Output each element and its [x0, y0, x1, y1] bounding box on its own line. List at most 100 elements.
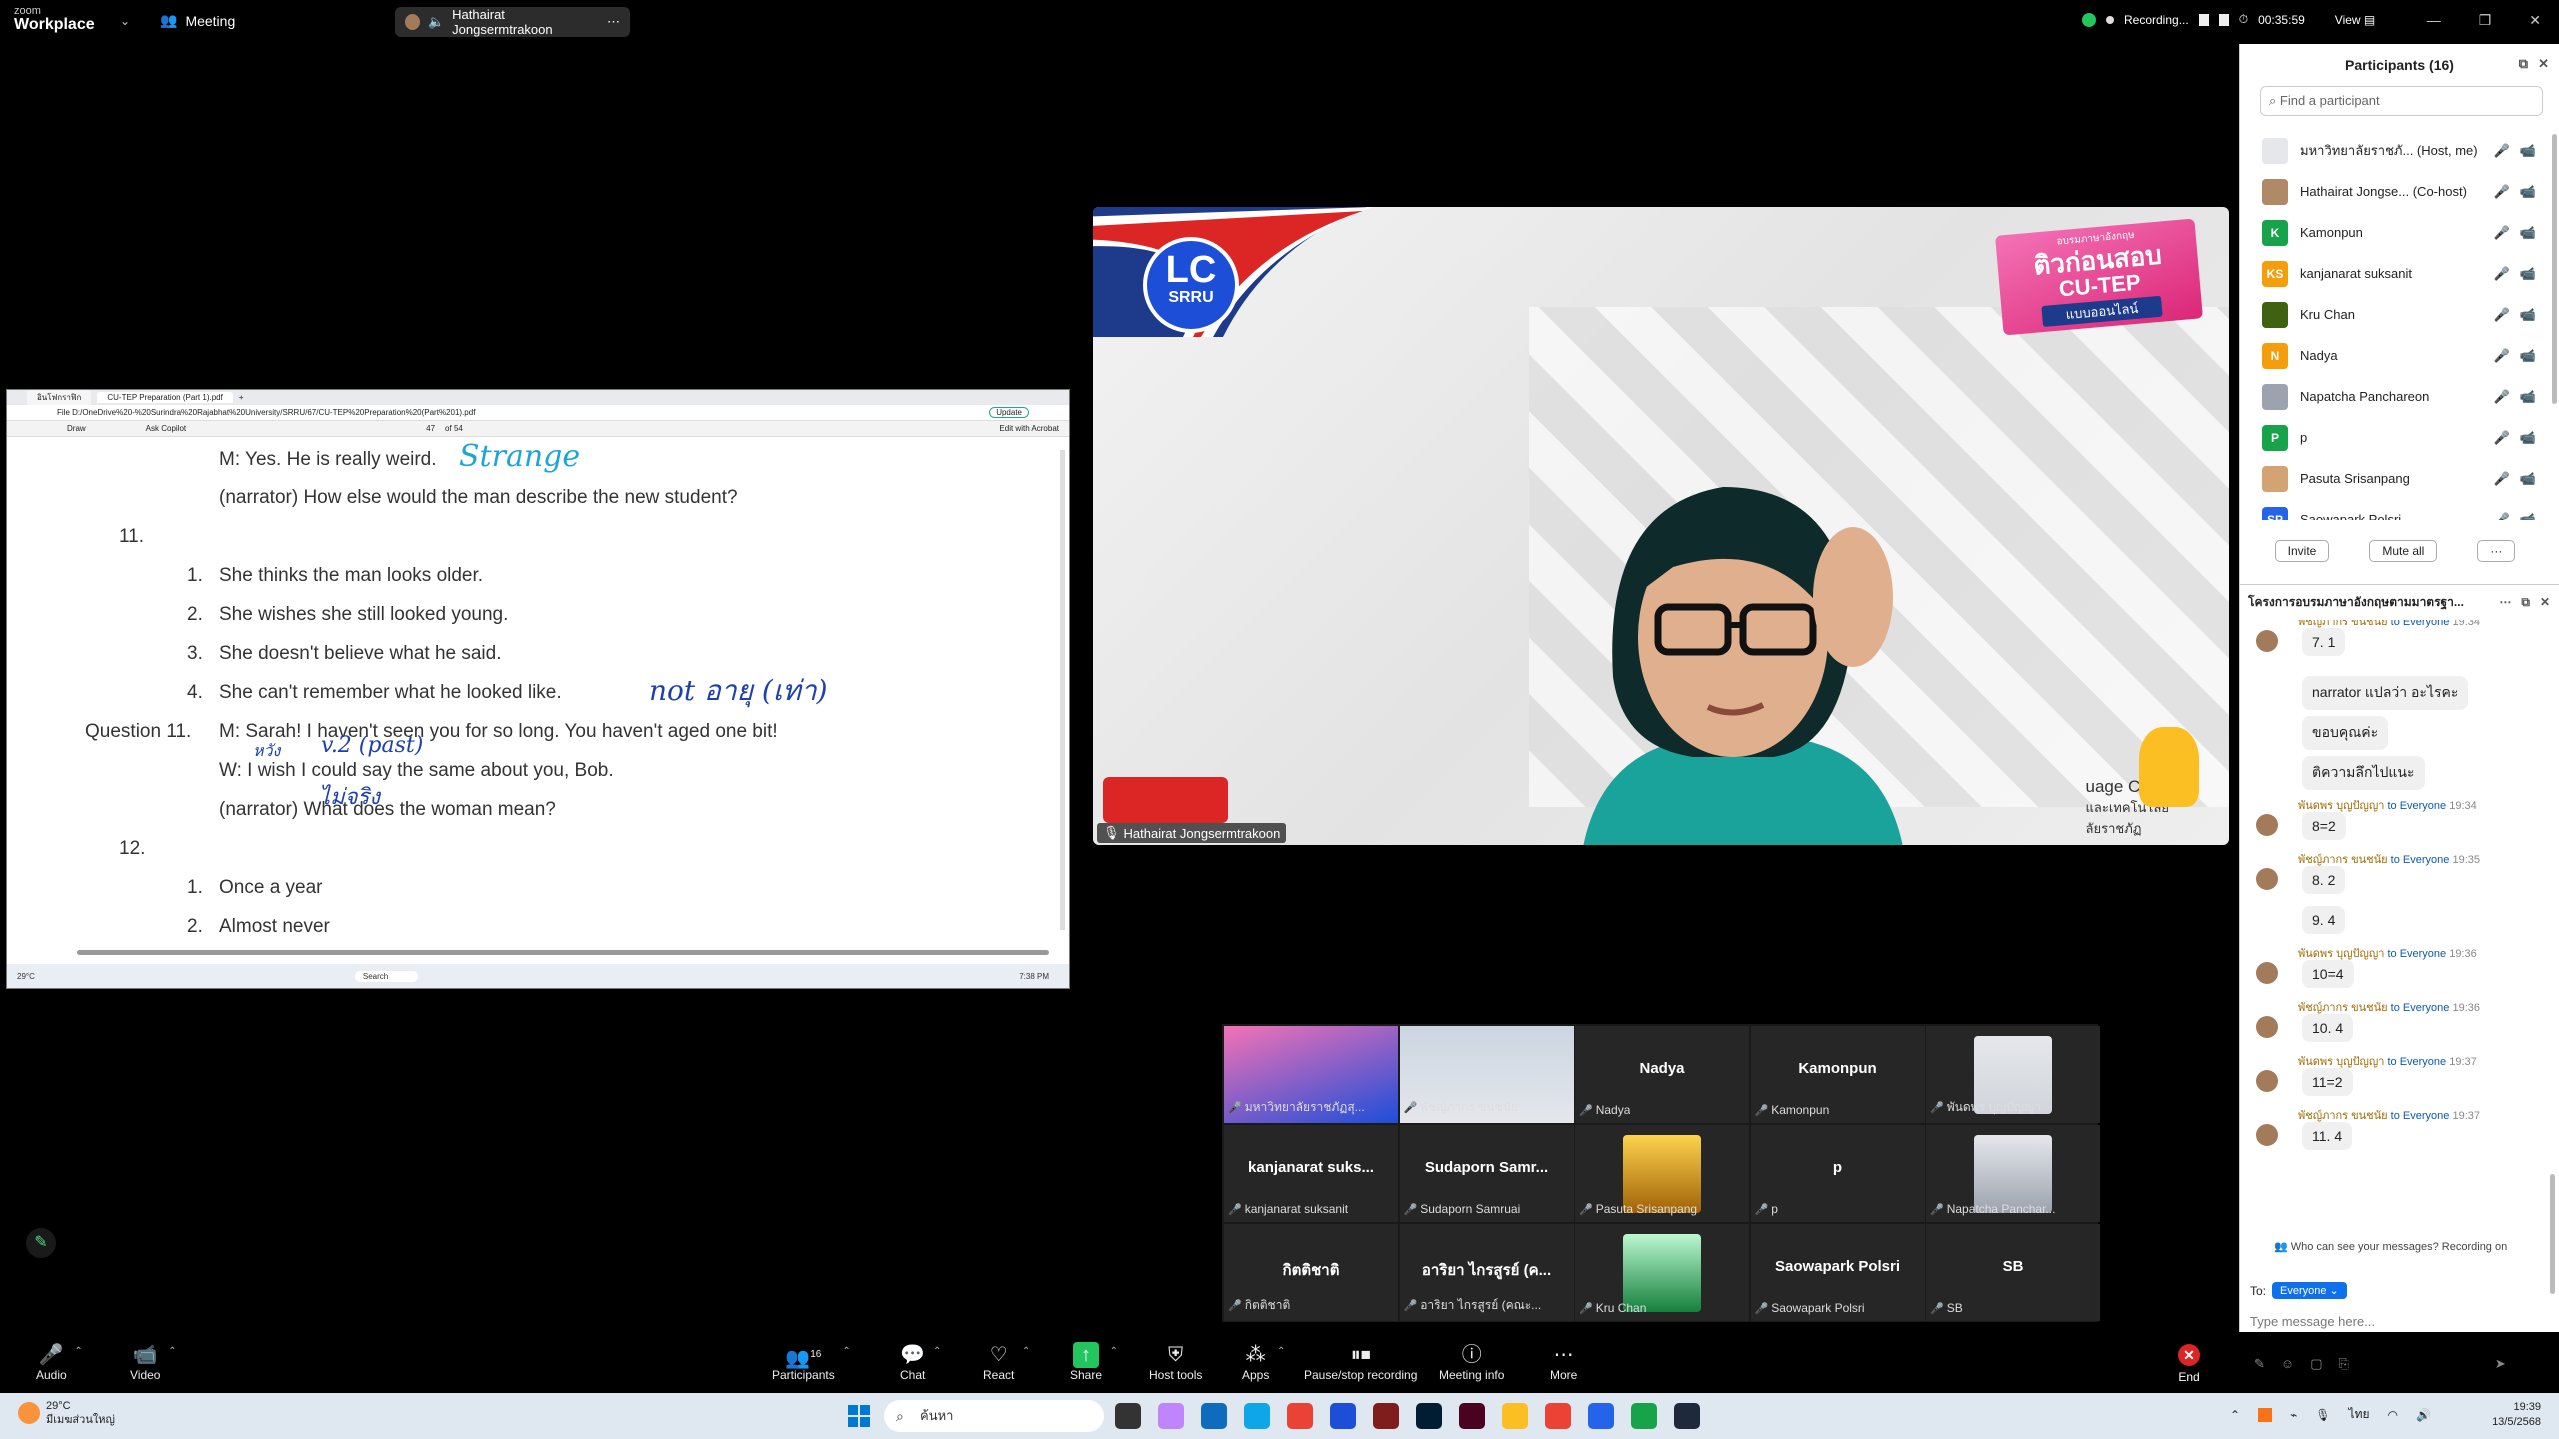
meeting-menu[interactable]: 👥 Meeting [160, 12, 235, 29]
tray-app-icon[interactable] [2258, 1407, 2273, 1422]
edge-icon[interactable] [1244, 1403, 1270, 1429]
chevron-up-icon[interactable]: ⌃ [74, 1346, 82, 1357]
ask-copilot-button[interactable]: Ask Copilot [146, 424, 186, 433]
gallery-tile[interactable]: 🎤 มหาวิทยาลัยราชภัฏสุ... [1224, 1026, 1398, 1123]
minimize-icon[interactable]: — [2427, 12, 2441, 29]
network-icon[interactable]: ⌁ [2290, 1408, 2297, 1422]
participant-row[interactable]: Pp 🎤 📹 [2240, 417, 2550, 458]
active-speaker-pill[interactable]: 🔈 Hathairat Jongsermtrakoon ⋯ [395, 7, 630, 37]
participant-row[interactable]: N Nadya 🎤 📹 [2240, 335, 2550, 376]
chrome-icon[interactable] [1545, 1403, 1571, 1429]
meeting-info-button[interactable]: ⓘ Meeting info [1439, 1342, 1504, 1382]
shared-screen[interactable]: อินโฟกราฟิก CU-TEP Preparation (Part 1).… [6, 389, 1070, 989]
chevron-up-icon[interactable]: ⌃ [168, 1346, 176, 1357]
gallery-tile[interactable]: 🎤 Pasuta Srisanpang [1575, 1125, 1749, 1222]
new-tab-icon[interactable]: + [239, 393, 244, 402]
chat-button[interactable]: 💬 Chat ⌃ [900, 1342, 941, 1382]
more-icon[interactable]: ⋯ [2499, 595, 2511, 610]
restore-icon[interactable]: ❐ [2479, 12, 2492, 29]
popout-icon[interactable]: ⧉ [2521, 595, 2530, 610]
participant-row[interactable]: KS kanjanarat suksanit 🎤 📹 [2240, 253, 2550, 294]
participant-row[interactable]: Napatcha Panchareon 🎤 📹 [2240, 376, 2550, 417]
chat-bubble[interactable]: 8=2 [2302, 812, 2346, 840]
pdf-horizontal-scrollbar[interactable] [77, 950, 1049, 955]
chat-bubble[interactable]: 10=4 [2302, 960, 2354, 988]
participant-row[interactable]: Kru Chan 🎤 📹 [2240, 294, 2550, 335]
more-options-button[interactable]: ··· [2477, 540, 2516, 562]
volume-icon[interactable]: 🔊 [2416, 1408, 2431, 1422]
recipient-dropdown[interactable]: Everyone ⌄ [2272, 1282, 2347, 1299]
file-explorer-icon[interactable] [1502, 1403, 1528, 1429]
gallery-tile[interactable]: p 🎤 p [1750, 1125, 1925, 1222]
gallery-tile[interactable]: กิตติชาติ 🎤 กิตติชาติ [1224, 1224, 1398, 1321]
gallery-tile[interactable]: Kamonpun 🎤 Kamonpun [1750, 1026, 1925, 1123]
mic-muted-icon[interactable]: 🎤 [2494, 389, 2510, 405]
audio-button[interactable]: 🎤 Audio ⌃ [36, 1342, 83, 1382]
more-icon[interactable]: ⋯ [607, 14, 620, 30]
video-off-icon[interactable]: 📹 [2520, 471, 2536, 487]
chevron-up-icon[interactable]: ⌃ [1277, 1346, 1285, 1357]
video-button[interactable]: 📹 Video ⌃ [130, 1342, 176, 1382]
chevron-up-icon[interactable]: ⌃ [842, 1346, 850, 1357]
gallery-tile[interactable]: kanjanarat suks... 🎤 kanjanarat suksanit [1224, 1125, 1398, 1222]
video-off-icon[interactable]: 📹 [2520, 143, 2536, 159]
chevron-up-icon[interactable]: ⌃ [1022, 1346, 1030, 1357]
gallery-tile[interactable]: 🎤 พันดพร บุญปัญญา [1926, 1026, 2100, 1123]
update-button[interactable]: Update [989, 407, 1029, 418]
task-view-icon[interactable] [1115, 1403, 1141, 1429]
mic-icon[interactable]: 🎙 [2315, 1408, 2330, 1422]
chevron-up-icon[interactable]: ⌃ [2230, 1408, 2240, 1422]
copilot-icon[interactable] [1158, 1403, 1184, 1429]
close-icon[interactable]: ✕ [2538, 56, 2549, 72]
format-icon[interactable]: ✎ [2254, 1356, 2265, 1372]
video-off-icon[interactable]: 📹 [2520, 512, 2536, 521]
send-icon[interactable]: ➤ [2495, 1356, 2506, 1372]
mic-muted-icon[interactable]: 🎤 [2494, 471, 2510, 487]
share-button[interactable]: ↑ Share ⌃ [1070, 1342, 1118, 1382]
participants-button[interactable]: 👥16 Participants ⌃ [772, 1342, 851, 1382]
pdf-vertical-scrollbar[interactable] [1060, 450, 1065, 930]
chat-bubble[interactable]: 7. 1 [2302, 628, 2346, 656]
video-off-icon[interactable]: 📹 [2520, 389, 2536, 405]
video-off-icon[interactable]: 📹 [2520, 348, 2536, 364]
screenshot-icon[interactable]: ⎘ [2338, 1356, 2348, 1372]
windows-search[interactable]: ⌕ ค้นหา [884, 1400, 1104, 1432]
gallery-tile[interactable]: Nadya 🎤 Nadya [1575, 1026, 1749, 1123]
address-bar[interactable]: File D:/OneDrive%20-%20Surindra%20Rajabh… [7, 405, 1069, 421]
mic-muted-icon[interactable]: 🎤 [2494, 225, 2510, 241]
zoom-logo[interactable]: zoom Workplace [14, 6, 95, 33]
chat-message-input[interactable]: Type message here... [2250, 1314, 2375, 1329]
edit-acrobat-button[interactable]: Edit with Acrobat [999, 424, 1059, 433]
mic-muted-icon[interactable]: 🎤 [2494, 348, 2510, 364]
gallery-tile[interactable]: 🎤 Napatcha Panchar... [1926, 1125, 2100, 1222]
chrome-icon[interactable] [1287, 1403, 1313, 1429]
steam-icon[interactable] [1674, 1403, 1700, 1429]
chevron-up-icon[interactable]: ⌃ [933, 1346, 941, 1357]
popout-icon[interactable]: ⧉ [2519, 56, 2528, 72]
mic-muted-icon[interactable]: 🎤 [2494, 430, 2510, 446]
apps-button[interactable]: ⁂ Apps ⌃ [1242, 1342, 1285, 1382]
active-speaker-video[interactable]: LC SRRU อบรมภาษาอังกฤษ ติวก่อนสอบ CU-TEP… [1093, 207, 2229, 845]
chat-bubble[interactable]: 11=2 [2302, 1068, 2353, 1096]
chevron-up-icon[interactable]: ⌃ [1110, 1346, 1118, 1357]
mic-muted-icon[interactable]: 🎤 [2494, 266, 2510, 282]
browser-tab[interactable]: อินโฟกราฟิก [27, 390, 92, 405]
chat-bubble[interactable]: 10. 4 [2302, 1014, 2354, 1042]
page-number[interactable]: 47 [426, 424, 435, 433]
video-off-icon[interactable]: 📹 [2520, 430, 2536, 446]
browser-tab-active[interactable]: CU-TEP Preparation (Part 1).pdf [97, 392, 233, 403]
acrobat-icon[interactable] [1373, 1403, 1399, 1429]
chat-bubble[interactable]: 8. 2 [2302, 866, 2346, 894]
photoshop-icon[interactable] [1416, 1403, 1442, 1429]
chat-bubble[interactable]: 11. 4 [2302, 1122, 2353, 1150]
chat-scrollbar[interactable] [2550, 1174, 2555, 1294]
draw-button[interactable]: Draw [67, 424, 86, 433]
pause-record-icon[interactable] [2198, 13, 2209, 26]
video-off-icon[interactable]: 📹 [2520, 307, 2536, 323]
annotate-pencil-icon[interactable]: ✎ [26, 1228, 56, 1258]
system-clock[interactable]: 19:39 13/5/2568 [2492, 1400, 2541, 1431]
gallery-tile[interactable]: Saowapark Polsri 🎤 Saowapark Polsri [1750, 1224, 1925, 1321]
participant-row[interactable]: มหาวิทยาลัยราชภั... (Host, me) 🎤 📹 [2240, 130, 2550, 171]
video-off-icon[interactable]: 📹 [2520, 266, 2536, 282]
wifi-icon[interactable]: ◠ [2388, 1408, 2398, 1422]
